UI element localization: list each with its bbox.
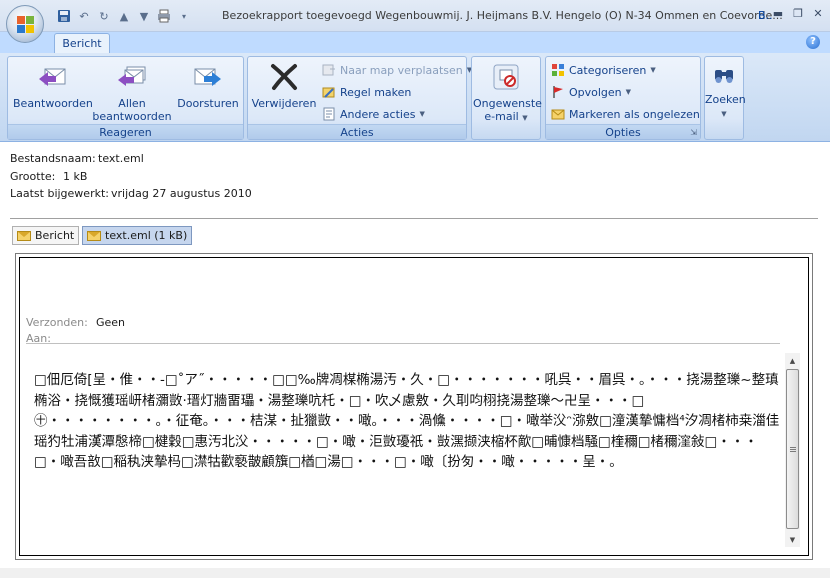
find-label: Zoeken	[705, 93, 746, 106]
options-dialog-launcher-icon[interactable]: ⇲	[690, 128, 697, 137]
junk-label-line2: e-mail ▼	[484, 110, 528, 123]
sent-label: Verzonden:	[26, 316, 88, 329]
junk-label-line1: Ongewenste	[473, 97, 542, 110]
office-button[interactable]	[6, 5, 44, 43]
maximize-icon[interactable]: ❐	[788, 4, 808, 22]
forward-label: Doorsturen	[177, 97, 239, 110]
create-rule-button[interactable]: Regel maken	[322, 83, 411, 101]
file-size-value: 1 kB	[63, 170, 88, 183]
followup-label: Opvolgen	[569, 85, 622, 99]
group-label-opties: Opties	[546, 124, 700, 139]
mark-unread-icon	[551, 107, 565, 121]
next-item-icon[interactable]: ▼	[136, 8, 152, 24]
binoculars-icon	[712, 65, 736, 89]
ribbon: Beantwoorden Allen beantwoorden Doorstur…	[0, 53, 830, 142]
group-acties: Verwijderen Naar map verplaatsen ▼ Regel…	[247, 56, 472, 140]
delete-button[interactable]: Verwijderen	[251, 61, 317, 110]
mark-unread-button[interactable]: Markeren als ongelezen	[551, 105, 700, 123]
help-icon[interactable]: ?	[806, 35, 820, 49]
forward-button[interactable]: Doorsturen	[173, 61, 243, 110]
minimize-icon[interactable]: ▬	[768, 4, 788, 22]
reply-all-label-line1: Allen	[118, 97, 146, 110]
other-actions-icon	[322, 107, 336, 121]
other-actions-dropdown-icon: ▼	[419, 110, 425, 118]
ribbon-tab-strip: Bericht	[0, 32, 830, 55]
print-icon[interactable]	[156, 8, 172, 24]
group-reageren: Beantwoorden Allen beantwoorden Doorstur…	[7, 56, 244, 140]
title-bar: ↶ ↻ ▲ ▼ ▾ Bezoekrapport toegevoegd Wegen…	[0, 0, 830, 32]
reply-icon	[36, 61, 68, 93]
tab-attachment-file[interactable]: text.eml (1 kB)	[82, 226, 193, 245]
followup-button[interactable]: Opvolgen ▼	[551, 83, 631, 101]
junk-mail-button[interactable]: Ongewenste e-mail ▼	[473, 61, 542, 125]
sent-value: Geen	[96, 316, 126, 329]
reply-label: Beantwoorden	[13, 97, 93, 110]
followup-dropdown-icon: ▼	[625, 88, 632, 96]
move-to-folder-label: Naar map verplaatsen	[340, 63, 463, 77]
window-title: Bezoekrapport toegevoegd Wegenbouwmij. J…	[222, 9, 783, 22]
find-dropdown-icon: ▼	[721, 110, 727, 118]
categorize-icon	[551, 63, 565, 77]
save-icon[interactable]	[56, 8, 72, 24]
close-icon[interactable]: ✕	[808, 4, 828, 22]
mark-unread-label: Markeren als ongelezen	[569, 107, 700, 121]
group-zoeken: Zoeken ▼	[704, 56, 746, 140]
message-preview: Verzonden: Geen Aan: □佃厄倚[呈・倠・・-□˚ア˝・・・・・…	[19, 257, 809, 556]
reply-button[interactable]: Beantwoorden	[13, 61, 93, 110]
create-rule-icon	[322, 85, 336, 99]
create-rule-label: Regel maken	[340, 85, 412, 99]
tab-attachment-label: text.eml (1 kB)	[105, 229, 188, 242]
reply-all-icon	[116, 61, 148, 93]
sent-row: Verzonden: Geen	[26, 316, 125, 329]
file-size-row: Grootte: 1 kB	[10, 170, 87, 183]
bottom-strip	[0, 568, 830, 578]
other-actions-label: Andere acties	[340, 107, 416, 121]
move-folder-icon	[322, 63, 336, 77]
tab-bericht[interactable]: Bericht	[54, 33, 110, 55]
message-body[interactable]: □佃厄倚[呈・倠・・-□˚ア˝・・・・・□□‰牌凋楳椭湯汚・久・□・・・・・・・…	[34, 370, 784, 473]
move-to-folder-button[interactable]: Naar map verplaatsen ▼	[322, 61, 472, 79]
categorize-dropdown-icon: ▼	[650, 66, 656, 74]
scroll-up-icon[interactable]: ▲	[785, 353, 800, 368]
group-label-reageren: Reageren	[8, 124, 243, 139]
header-divider	[26, 343, 780, 344]
group-label-acties: Acties	[248, 124, 466, 139]
find-button[interactable]: Zoeken ▼	[705, 61, 746, 121]
reply-all-button[interactable]: Allen beantwoorden	[92, 61, 172, 123]
tab-message-label: Bericht	[35, 229, 75, 242]
vertical-scrollbar[interactable]: ▲ ▼	[785, 353, 800, 547]
reply-all-label-line2: beantwoorden	[92, 110, 172, 123]
message-preview-frame: Verzonden: Geen Aan: □佃厄倚[呈・倠・・-□˚ア˝・・・・・…	[15, 253, 813, 560]
modified-value: vrijdag 27 augustus 2010	[111, 187, 252, 200]
group-junk: Ongewenste e-mail ▼	[471, 56, 542, 140]
previous-item-icon[interactable]: ▲	[116, 8, 132, 24]
scroll-down-icon[interactable]: ▼	[785, 532, 800, 547]
group-opties: Categoriseren ▼ Opvolgen ▼ Markeren als …	[545, 56, 701, 140]
redo-icon[interactable]: ↻	[96, 8, 112, 24]
customize-toolbar-icon[interactable]: ▾	[176, 8, 192, 24]
file-name-value: text.eml	[98, 152, 144, 165]
envelope-icon	[87, 230, 101, 241]
scroll-thumb[interactable]	[786, 369, 799, 529]
file-name-row: Bestandsnaam: text.eml	[10, 152, 144, 165]
other-actions-button[interactable]: Andere acties ▼	[322, 105, 425, 123]
modified-label: Laatst bijgewerkt:	[10, 187, 109, 200]
modified-row: Laatst bijgewerkt: vrijdag 27 augustus 20…	[10, 187, 252, 200]
junk-mail-icon	[490, 61, 522, 93]
flag-icon	[551, 85, 565, 99]
categorize-label: Categoriseren	[569, 63, 647, 77]
undo-icon[interactable]: ↶	[76, 8, 92, 24]
file-size-label: Grootte:	[10, 170, 56, 183]
delete-label: Verwijderen	[251, 97, 317, 110]
envelope-icon	[17, 230, 31, 241]
info-divider	[10, 218, 818, 219]
forward-icon	[192, 61, 224, 93]
office-logo-icon	[17, 16, 35, 34]
categorize-button[interactable]: Categoriseren ▼	[551, 61, 656, 79]
tab-message[interactable]: Bericht	[12, 226, 80, 245]
file-name-label: Bestandsnaam:	[10, 152, 96, 165]
quick-access-toolbar: ↶ ↻ ▲ ▼ ▾	[56, 7, 192, 25]
delete-x-icon	[268, 61, 300, 93]
